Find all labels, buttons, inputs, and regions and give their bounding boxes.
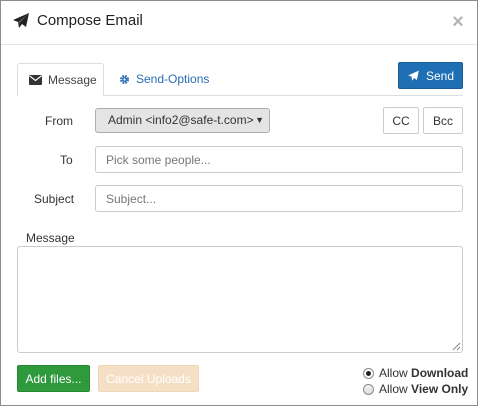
allow-download-radio[interactable]: [363, 367, 374, 379]
send-button[interactable]: Send: [398, 62, 463, 89]
tab-message-label: Message: [48, 72, 97, 87]
paper-plane-icon: [13, 13, 29, 28]
resize-grip-icon[interactable]: [452, 342, 461, 351]
subject-label: Subject: [34, 192, 75, 206]
allow-download-emphasis: Download: [411, 366, 469, 380]
from-select[interactable]: Admin <info2@safe-t.com> ▼: [95, 108, 270, 133]
tab-message[interactable]: Message: [17, 63, 104, 96]
compose-email-dialog: Compose Email × Message Send-Options Sen…: [0, 0, 478, 406]
message-textarea[interactable]: [17, 246, 463, 353]
dialog-header: Compose Email ×: [1, 1, 477, 45]
tab-send-options[interactable]: Send-Options: [119, 63, 209, 95]
dialog-title: Compose Email: [37, 12, 143, 29]
allow-view-only-emphasis: View Only: [411, 382, 469, 396]
send-button-label: Send: [425, 68, 455, 83]
close-icon[interactable]: ×: [450, 12, 466, 32]
allow-download-option[interactable]: Allow Download: [363, 366, 468, 380]
envelope-icon: [29, 74, 42, 85]
caret-down-icon: ▼: [255, 115, 264, 125]
to-input[interactable]: [95, 146, 463, 173]
bcc-button[interactable]: Bcc: [423, 107, 463, 134]
allow-view-only-radio[interactable]: [363, 383, 374, 395]
cancel-uploads-button: Cancel Uploads: [98, 365, 199, 392]
subject-input[interactable]: [95, 185, 463, 212]
paper-plane-icon: [408, 70, 419, 81]
cc-button[interactable]: CC: [383, 107, 419, 134]
add-files-button[interactable]: Add files...: [17, 365, 90, 392]
from-select-value: Admin <info2@safe-t.com>: [108, 113, 254, 127]
gear-icon: [120, 74, 129, 84]
allow-view-only-option[interactable]: Allow View Only: [363, 382, 468, 396]
to-label: To: [60, 153, 73, 167]
from-label: From: [45, 114, 73, 128]
message-label: Message: [26, 231, 75, 245]
allow-view-only-prefix: Allow: [379, 382, 408, 396]
tab-send-options-label: Send-Options: [136, 72, 210, 86]
allow-download-prefix: Allow: [379, 366, 408, 380]
